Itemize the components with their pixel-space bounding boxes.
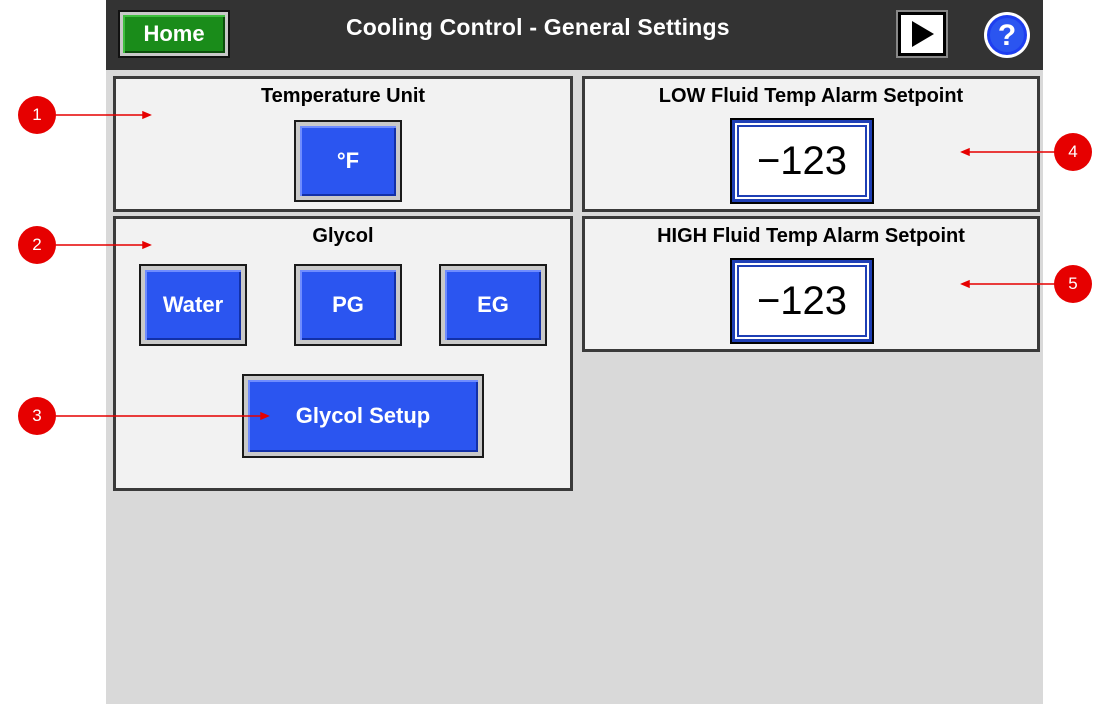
temperature-unit-title: Temperature Unit <box>260 85 426 107</box>
home-button[interactable]: Home <box>120 12 228 56</box>
callout-badge-5: 5 <box>1054 265 1092 303</box>
glycol-setup-button[interactable]: Glycol Setup <box>242 374 484 458</box>
low-alarm-title: LOW Fluid Temp Alarm Setpoint <box>658 85 964 107</box>
page-title: Cooling Control - General Settings <box>346 14 730 40</box>
title-bar: Home Cooling Control - General Settings … <box>106 0 1043 70</box>
high-alarm-title: HIGH Fluid Temp Alarm Setpoint <box>657 225 965 247</box>
callout-badge-4: 4 <box>1054 133 1092 171</box>
callout-badge-2: 2 <box>18 226 56 264</box>
high-alarm-panel: HIGH Fluid Temp Alarm Setpoint −123 <box>582 216 1040 352</box>
next-page-button[interactable] <box>898 12 946 56</box>
glycol-title: Glycol <box>312 225 374 247</box>
callout-badge-1: 1 <box>18 96 56 134</box>
help-button[interactable]: ? <box>982 10 1032 60</box>
temperature-unit-button[interactable]: °F <box>294 120 402 202</box>
glycol-panel: Glycol Water PG EG Glycol Setup <box>113 216 573 491</box>
high-alarm-setpoint-field[interactable]: −123 <box>730 258 874 344</box>
help-icon: ? <box>984 12 1030 58</box>
glycol-pg-button[interactable]: PG <box>294 264 402 346</box>
help-question-mark: ? <box>998 19 1016 52</box>
hmi-screen: Home Cooling Control - General Settings … <box>106 0 1043 704</box>
play-arrow-icon <box>912 21 934 47</box>
temperature-unit-panel: Temperature Unit °F <box>113 76 573 212</box>
callout-badge-3: 3 <box>18 397 56 435</box>
glycol-water-button[interactable]: Water <box>139 264 247 346</box>
glycol-eg-button[interactable]: EG <box>439 264 547 346</box>
low-alarm-panel: LOW Fluid Temp Alarm Setpoint −123 <box>582 76 1040 212</box>
low-alarm-setpoint-field[interactable]: −123 <box>730 118 874 204</box>
